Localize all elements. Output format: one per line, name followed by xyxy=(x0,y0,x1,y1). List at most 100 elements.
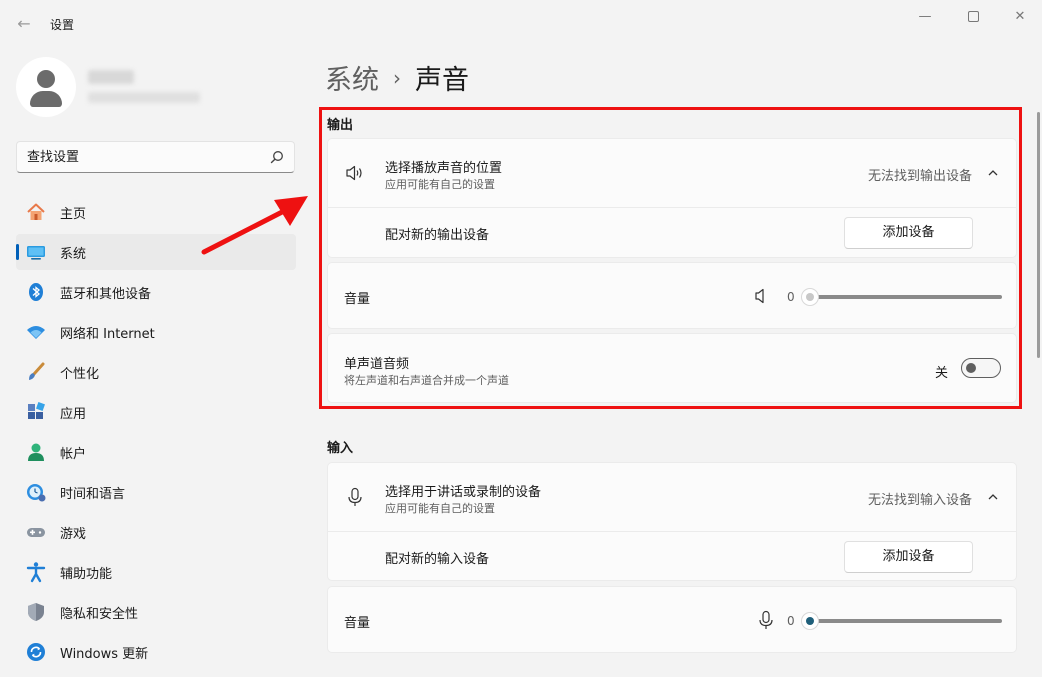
chevron-up-icon[interactable] xyxy=(987,167,999,179)
app-title: 设置 xyxy=(50,18,75,32)
sidebar-item-accessibility[interactable]: 辅助功能 xyxy=(16,554,296,590)
apps-icon xyxy=(25,401,47,423)
input-device-row[interactable]: 选择用于讲话或录制的设备 应用可能有自己的设置 无法找到输入设备 xyxy=(328,463,1016,531)
mono-audio-card: 单声道音频 将左声道和右声道合并成一个声道 关 xyxy=(327,333,1017,403)
avatar-head xyxy=(37,70,55,88)
input-pair-label: 配对新的输入设备 xyxy=(385,552,490,567)
output-device-card: 选择播放声音的位置 应用可能有自己的设置 无法找到输出设备 配对新的输出设备 添… xyxy=(327,138,1017,258)
search-icon xyxy=(270,151,283,164)
mono-audio-toggle[interactable] xyxy=(961,358,1001,378)
output-device-title: 选择播放声音的位置 xyxy=(385,161,503,176)
sidebar-item-label: Windows 更新 xyxy=(60,646,149,662)
page-title: 声音 xyxy=(415,65,469,96)
sidebar-item-gaming[interactable]: 游戏 xyxy=(16,514,296,550)
sidebar-item-label: 应用 xyxy=(60,406,87,422)
breadcrumb: 系统 › 声音 xyxy=(325,58,469,97)
input-volume-value: 0 xyxy=(787,614,795,628)
input-device-subtitle: 应用可能有自己的设置 xyxy=(385,502,495,515)
sidebar-item-windows-update[interactable]: Windows 更新 xyxy=(16,634,296,670)
breadcrumb-parent[interactable]: 系统 xyxy=(325,58,379,97)
title-bar: ← 设置 — ✕ xyxy=(0,0,1042,48)
input-device-title: 选择用于讲话或录制的设备 xyxy=(385,485,542,500)
input-volume-thumb[interactable] xyxy=(801,612,819,630)
search-box[interactable] xyxy=(16,141,295,173)
user-name-redacted xyxy=(88,70,134,84)
sidebar-item-label: 帐户 xyxy=(60,446,87,462)
brush-icon xyxy=(25,361,47,383)
microphone-icon[interactable] xyxy=(755,609,777,631)
sidebar-item-label: 主页 xyxy=(60,206,87,222)
maximize-icon xyxy=(967,11,979,22)
minimize-button[interactable]: — xyxy=(910,6,940,28)
sidebar-item-time-language[interactable]: 时间和语言 xyxy=(16,474,296,510)
search-input[interactable] xyxy=(27,148,267,166)
system-display-icon xyxy=(25,241,47,263)
output-pair-row: 配对新的输出设备 添加设备 xyxy=(328,208,1016,259)
minimize-icon: — xyxy=(918,9,932,24)
mono-audio-title: 单声道音频 xyxy=(344,357,410,372)
sidebar-item-label: 网络和 Internet xyxy=(60,326,155,342)
input-volume-track[interactable] xyxy=(810,619,1002,623)
toggle-knob xyxy=(966,363,976,373)
sidebar-item-privacy[interactable]: 隐私和安全性 xyxy=(16,594,296,630)
accessibility-icon xyxy=(25,561,47,583)
output-device-row[interactable]: 选择播放声音的位置 应用可能有自己的设置 无法找到输出设备 xyxy=(328,139,1016,207)
speaker-muted-icon[interactable] xyxy=(750,285,772,307)
avatar-body xyxy=(30,91,62,107)
input-section-title: 输入 xyxy=(327,441,354,456)
sidebar-item-label: 蓝牙和其他设备 xyxy=(60,286,152,302)
sidebar-item-label: 辅助功能 xyxy=(60,566,113,582)
sidebar-item-personalization[interactable]: 个性化 xyxy=(16,354,296,390)
input-volume-card: 音量 0 xyxy=(327,586,1017,653)
sidebar-item-apps[interactable]: 应用 xyxy=(16,394,296,430)
time-language-icon xyxy=(25,481,47,503)
mono-audio-subtitle: 将左声道和右声道合并成一个声道 xyxy=(344,374,509,387)
sidebar-item-bluetooth[interactable]: 蓝牙和其他设备 xyxy=(16,274,296,310)
sidebar-item-label: 系统 xyxy=(60,246,87,262)
back-arrow-icon: ← xyxy=(17,14,31,33)
wifi-icon xyxy=(25,321,47,343)
chevron-up-icon[interactable] xyxy=(987,491,999,503)
sidebar-item-accounts[interactable]: 帐户 xyxy=(16,434,296,470)
input-device-card: 选择用于讲话或录制的设备 应用可能有自己的设置 无法找到输入设备 配对新的输入设… xyxy=(327,462,1017,581)
user-email-redacted xyxy=(88,92,200,103)
annotation-arrow-icon xyxy=(201,196,308,255)
home-icon xyxy=(25,201,47,223)
sidebar-item-label: 个性化 xyxy=(60,366,100,382)
scrollbar[interactable] xyxy=(1037,112,1040,358)
update-icon xyxy=(25,641,47,663)
output-volume-track[interactable] xyxy=(810,295,1002,299)
sidebar-nav: 主页 系统 蓝牙和其他设备 网络和 Internet 个性化 应用 帐户 时间和… xyxy=(16,194,296,674)
close-icon: ✕ xyxy=(1014,9,1026,24)
output-volume-card: 音量 0 xyxy=(327,262,1017,329)
output-device-subtitle: 应用可能有自己的设置 xyxy=(385,178,495,191)
maximize-button[interactable] xyxy=(958,6,988,28)
output-device-status: 无法找到输出设备 xyxy=(867,169,972,184)
output-volume-thumb-dot xyxy=(806,293,814,301)
output-section-title: 输出 xyxy=(327,118,354,133)
output-volume-thumb[interactable] xyxy=(801,288,819,306)
breadcrumb-separator: › xyxy=(393,65,401,90)
input-pair-row: 配对新的输入设备 添加设备 xyxy=(328,532,1016,582)
active-indicator xyxy=(16,244,19,260)
add-output-device-button[interactable]: 添加设备 xyxy=(844,217,973,249)
back-button[interactable]: ← xyxy=(12,12,36,36)
shield-icon xyxy=(25,601,47,623)
speaker-icon xyxy=(346,165,362,181)
input-device-status: 无法找到输入设备 xyxy=(867,493,972,508)
add-input-device-button[interactable]: 添加设备 xyxy=(844,541,973,573)
close-button[interactable]: ✕ xyxy=(1005,6,1035,28)
output-volume-value: 0 xyxy=(787,290,795,304)
sidebar-item-label: 时间和语言 xyxy=(60,486,126,502)
account-icon xyxy=(25,441,47,463)
input-volume-thumb-dot xyxy=(806,617,814,625)
bluetooth-icon xyxy=(25,281,47,303)
sidebar-item-label: 隐私和安全性 xyxy=(60,606,139,622)
sidebar-item-label: 游戏 xyxy=(60,526,87,542)
sidebar-item-network[interactable]: 网络和 Internet xyxy=(16,314,296,350)
input-volume-label: 音量 xyxy=(344,616,371,631)
output-volume-label: 音量 xyxy=(344,292,371,307)
output-pair-label: 配对新的输出设备 xyxy=(385,228,490,243)
avatar[interactable] xyxy=(16,57,76,117)
gamepad-icon xyxy=(25,521,47,543)
